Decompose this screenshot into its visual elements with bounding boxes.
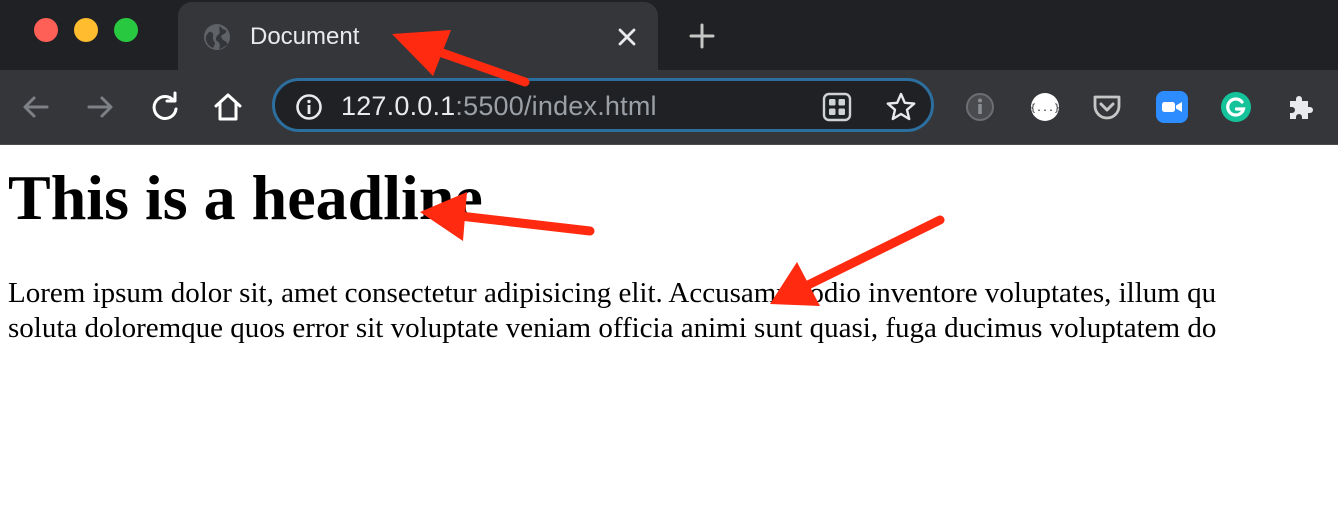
close-icon[interactable] [612, 22, 642, 52]
info-icon[interactable] [295, 93, 323, 121]
window-close-button[interactable] [34, 18, 58, 42]
puzzle-icon[interactable] [1284, 91, 1316, 123]
paragraph-line-1: Lorem ipsum dolor sit, amet consectetur … [8, 277, 1217, 309]
svg-text:{...}: {...} [1030, 103, 1060, 114]
plus-icon[interactable] [686, 20, 718, 52]
pocket-icon[interactable] [1091, 91, 1123, 123]
page-headline: This is a headline [8, 162, 483, 233]
json-formatter-icon[interactable]: {...} [1029, 91, 1061, 123]
paragraph-line-2: soluta doloremque quos error sit volupta… [8, 312, 1217, 344]
url-host: 127.0.0.1 [341, 91, 456, 121]
web-page: This is a headline Lorem ipsum dolor sit… [0, 145, 1338, 526]
star-icon[interactable] [885, 91, 917, 123]
window-minimize-button[interactable] [74, 18, 98, 42]
url-path: :5500/index.html [455, 91, 657, 121]
qr-apps-icon[interactable] [821, 91, 853, 123]
globe-icon [204, 24, 230, 50]
zoom-icon[interactable] [1156, 91, 1188, 123]
tab-title: Document [250, 23, 360, 50]
home-icon[interactable] [211, 90, 245, 124]
window-maximize-button[interactable] [114, 18, 138, 42]
grammarly-icon[interactable] [1220, 91, 1252, 123]
arrow-right-icon[interactable] [83, 90, 117, 124]
browser-toolbar: 127.0.0.1:5500/index.html {...} [0, 70, 1338, 145]
url-text[interactable]: 127.0.0.1:5500/index.html [341, 89, 657, 123]
arrow-left-icon[interactable] [19, 90, 53, 124]
reload-icon[interactable] [148, 90, 182, 124]
extension-info-icon[interactable] [964, 91, 996, 123]
tab-strip: Document [0, 0, 1338, 70]
address-bar[interactable]: 127.0.0.1:5500/index.html [272, 78, 934, 132]
page-paragraph: Lorem ipsum dolor sit, amet consectetur … [8, 276, 1338, 346]
tab-document[interactable]: Document [178, 2, 658, 70]
